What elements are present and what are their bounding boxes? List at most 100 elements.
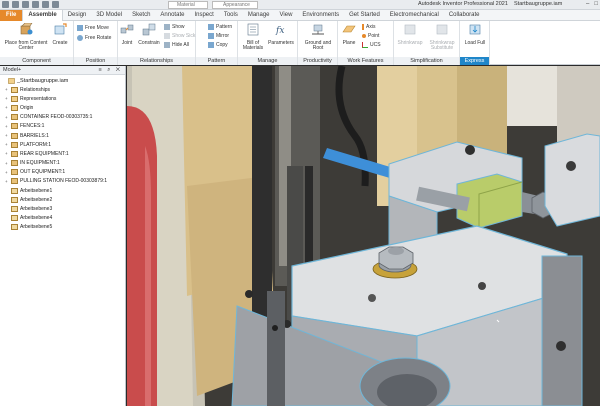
expand-icon[interactable]: +	[5, 115, 9, 120]
panel-title-manage: Manage	[238, 57, 297, 65]
expand-icon[interactable]: +	[5, 142, 9, 147]
browser-item[interactable]: + IN EQUIPMENT:1	[0, 159, 125, 168]
parameters-button[interactable]: fx Parameters	[266, 23, 296, 46]
hide-all-button[interactable]: Hide All	[164, 41, 189, 49]
expand-icon[interactable]: +	[5, 170, 9, 175]
undo-icon[interactable]	[32, 1, 39, 8]
browser-item[interactable]: + BARRIELS:1	[0, 131, 125, 140]
expand-icon[interactable]: +	[5, 124, 9, 129]
expand-icon[interactable]: +	[5, 96, 9, 101]
browser-item[interactable]: Arbeitsebene5	[0, 223, 125, 232]
place-label: Place from Content Center	[4, 39, 48, 52]
browser-item[interactable]: + REAR EQUIPMENT:1	[0, 149, 125, 158]
joint-icon	[120, 24, 134, 34]
tab-view[interactable]: View	[275, 10, 298, 21]
place-from-content-center-button[interactable]: Place from Content Center	[4, 22, 48, 52]
new-icon[interactable]	[2, 1, 9, 8]
tab-environments[interactable]: Environments	[297, 10, 344, 21]
expand-icon[interactable]: +	[5, 105, 9, 110]
appearance-dropdown[interactable]: Appearance	[212, 1, 258, 9]
expand-icon[interactable]: +	[5, 133, 9, 138]
free-move-button[interactable]: Free Move	[77, 24, 109, 32]
pattern-icon	[208, 24, 214, 30]
create-button[interactable]: Create	[50, 23, 70, 46]
axis-icon	[362, 24, 364, 30]
browser-item[interactable]: Arbeitsebene2	[0, 195, 125, 204]
tab-tools[interactable]: Tools	[219, 10, 243, 21]
panel-work-features: Plane Axis Point UCS Work Features	[338, 21, 394, 65]
pattern-label: Pattern	[216, 24, 233, 30]
load-full-button[interactable]: Load Full	[461, 23, 489, 46]
browser-item[interactable]: + CONTAINER FEOD-00303735:1	[0, 113, 125, 122]
panel-component: Place from Content Center Create Compone…	[0, 21, 74, 65]
shrinkwrap-substitute-button[interactable]: Shrinkwrap Substitute	[426, 23, 458, 52]
ground-and-root-button[interactable]: Ground and Root	[301, 23, 335, 52]
ucs-label: UCS	[370, 42, 381, 48]
expand-icon[interactable]: +	[5, 161, 9, 166]
browser-item[interactable]: + PLATFORM:1	[0, 140, 125, 149]
tab-file[interactable]: File	[0, 9, 23, 21]
browser-item-label: Arbeitsebene2	[20, 196, 53, 203]
work-plane-icon	[11, 224, 18, 231]
browser-item[interactable]: Arbeitsebene4	[0, 214, 125, 223]
browser-root[interactable]: _Startbaugruppe.iam	[0, 75, 125, 85]
browser-item-label: Relationships	[20, 86, 51, 93]
expand-icon[interactable]: +	[5, 151, 9, 156]
tab-get-started[interactable]: Get Started	[344, 10, 385, 21]
home-icon[interactable]	[52, 1, 59, 8]
work-plane-icon	[11, 196, 18, 203]
redo-icon[interactable]	[42, 1, 49, 8]
open-icon[interactable]	[12, 1, 19, 8]
tab-3d-model[interactable]: 3D Model	[91, 10, 127, 21]
copy-button[interactable]: Copy	[208, 41, 228, 49]
mirror-button[interactable]: Mirror	[208, 32, 229, 40]
copy-icon	[208, 42, 214, 48]
free-rotate-button[interactable]: Free Rotate	[77, 34, 111, 42]
constrain-button[interactable]: Constrain	[136, 23, 162, 46]
browser-item[interactable]: + Representations	[0, 94, 125, 103]
tab-annotate[interactable]: Annotate	[155, 10, 189, 21]
add-browser-icon[interactable]: +	[18, 66, 21, 75]
show-sick-label: Show Sick	[172, 33, 196, 39]
tab-collaborate[interactable]: Collaborate	[444, 10, 485, 21]
bill-of-materials-button[interactable]: Bill of Materials	[240, 23, 266, 52]
shrinkwrap-substitute-icon	[436, 24, 448, 35]
minimize-icon[interactable]: –	[586, 1, 589, 7]
show-button[interactable]: Show	[164, 23, 185, 31]
plane-button[interactable]: Plane	[340, 23, 358, 46]
tab-electromechanical[interactable]: Electromechanical	[385, 10, 444, 21]
graphics-viewport[interactable]	[127, 66, 600, 406]
browser-item[interactable]: Arbeitsebene3	[0, 204, 125, 213]
tab-manage[interactable]: Manage	[243, 10, 275, 21]
browser-item[interactable]: + Relationships	[0, 85, 125, 94]
browser-item[interactable]: + FENCES:1	[0, 122, 125, 131]
panel-title-position: Position	[74, 57, 117, 65]
save-icon[interactable]	[22, 1, 29, 8]
tab-assemble[interactable]: Assemble	[22, 9, 63, 21]
point-button[interactable]: Point	[362, 32, 379, 40]
maximize-icon[interactable]: □	[594, 1, 598, 7]
browser-item[interactable]: + PULLING STATION FEOD-00303879:1	[0, 177, 125, 186]
constrain-label: Constrain	[138, 39, 160, 46]
browser-item[interactable]: Arbeitsebene1	[0, 186, 125, 195]
expand-icon[interactable]: +	[5, 179, 9, 184]
material-dropdown[interactable]: Material	[168, 1, 208, 9]
app-title: Autodesk Inventor Professional 2021	[418, 1, 508, 7]
axis-button[interactable]: Axis	[362, 23, 375, 31]
tab-design[interactable]: Design	[63, 10, 92, 21]
tab-sketch[interactable]: Sketch	[127, 10, 155, 21]
ucs-button[interactable]: UCS	[362, 41, 381, 49]
parameters-label: Parameters	[268, 39, 294, 46]
joint-button[interactable]: Joint	[119, 23, 135, 46]
tab-inspect[interactable]: Inspect	[189, 10, 218, 21]
pattern-button[interactable]: Pattern	[208, 23, 232, 31]
shrinkwrap-label: Shrinkwrap	[397, 39, 423, 46]
browser-item-label: REAR EQUIPMENT:1	[20, 150, 69, 157]
show-sick-button[interactable]: Show Sick	[164, 32, 195, 40]
browser-options-icon[interactable]: ≡ ⌕ ✕	[98, 66, 122, 75]
expand-icon[interactable]: +	[5, 87, 9, 92]
bill-of-materials-icon	[247, 23, 259, 36]
browser-item[interactable]: + OUT EQUIPMENT:1	[0, 168, 125, 177]
shrinkwrap-button[interactable]: Shrinkwrap	[396, 23, 424, 46]
browser-item[interactable]: + Origin	[0, 103, 125, 112]
